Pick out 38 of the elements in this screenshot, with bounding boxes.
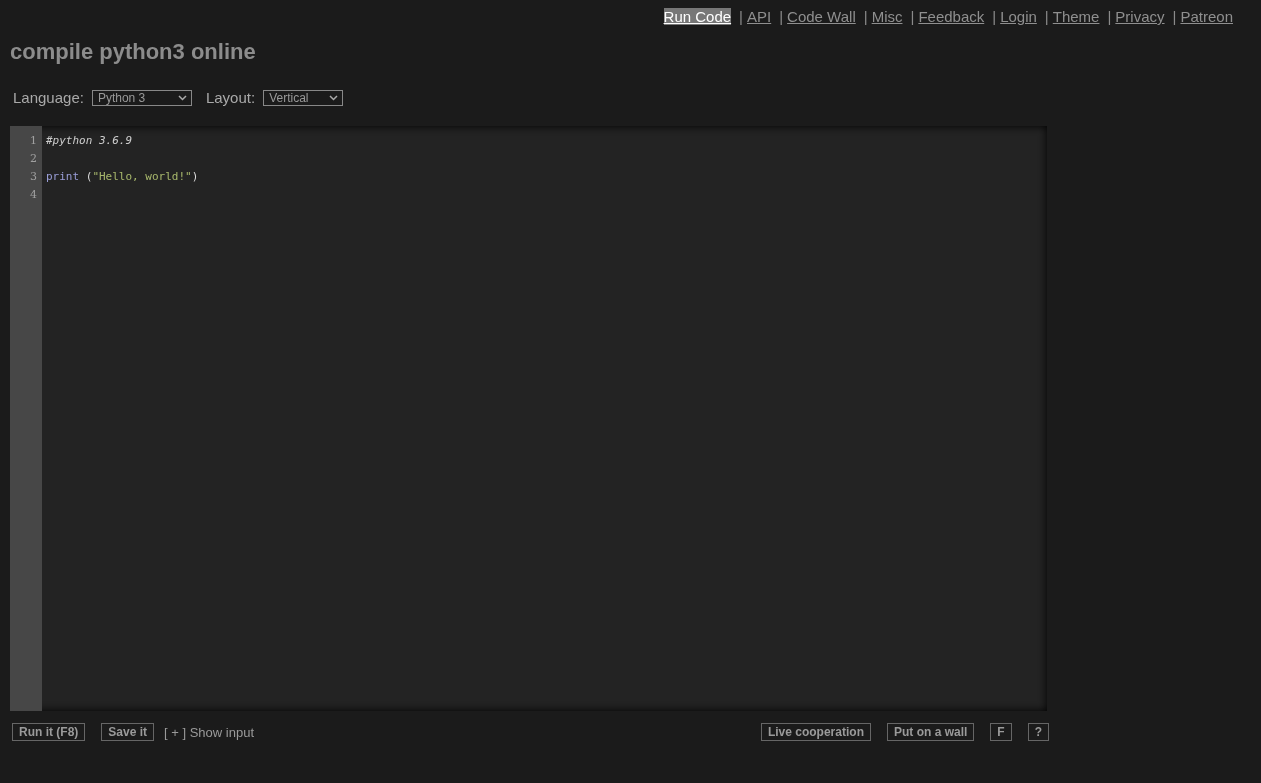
action-button[interactable]: ? [1027, 723, 1049, 741]
action-button[interactable]: Save it [101, 723, 155, 741]
action-button[interactable]: F [990, 723, 1012, 741]
nav-link[interactable]: Theme [1052, 8, 1100, 25]
separator: | [863, 8, 868, 25]
page-title: compile python3 online [10, 39, 257, 65]
option-label: Language: [13, 89, 84, 106]
separator: | [779, 8, 784, 25]
nav-link[interactable]: Run Code [663, 8, 732, 25]
show-input-link[interactable]: [ + ] Show input [164, 724, 254, 740]
separator: | [1044, 8, 1049, 25]
code-line: print ("Hello, world!") [46, 169, 199, 185]
line-number: 3 [29, 169, 38, 185]
nav-link[interactable]: Misc [871, 8, 903, 25]
chevron-icon [177, 94, 187, 101]
dropdown[interactable]: Vertical [263, 89, 344, 106]
nav-link[interactable]: API [747, 8, 772, 25]
dropdown[interactable]: Python 3 [91, 89, 192, 106]
nav-link[interactable]: Code Wall [787, 8, 856, 25]
line-number: 1 [29, 133, 38, 149]
action-button[interactable]: Live cooperation [760, 723, 871, 741]
action-button[interactable]: Run it (F8) [12, 723, 86, 741]
nav-link[interactable]: Privacy [1115, 8, 1165, 25]
separator: | [910, 8, 915, 25]
separator: | [1107, 8, 1112, 25]
code-line: #python 3.6.9 [46, 133, 133, 149]
line-number: 2 [29, 151, 38, 167]
line-number: 4 [29, 187, 38, 203]
separator: | [739, 8, 743, 25]
nav-link[interactable]: Login [1000, 8, 1037, 25]
nav-link[interactable]: Feedback [918, 8, 985, 25]
code-editor[interactable]: 1 2 3 4 #python 3.6.9 print ("Hello, world!") [10, 126, 1047, 711]
action-button[interactable]: Put on a wall [886, 723, 975, 741]
nav-link[interactable]: Patreon [1180, 8, 1233, 25]
chevron-icon [329, 94, 339, 101]
option-label: Layout: [205, 89, 256, 106]
separator: | [992, 8, 997, 25]
separator: | [1172, 8, 1177, 25]
